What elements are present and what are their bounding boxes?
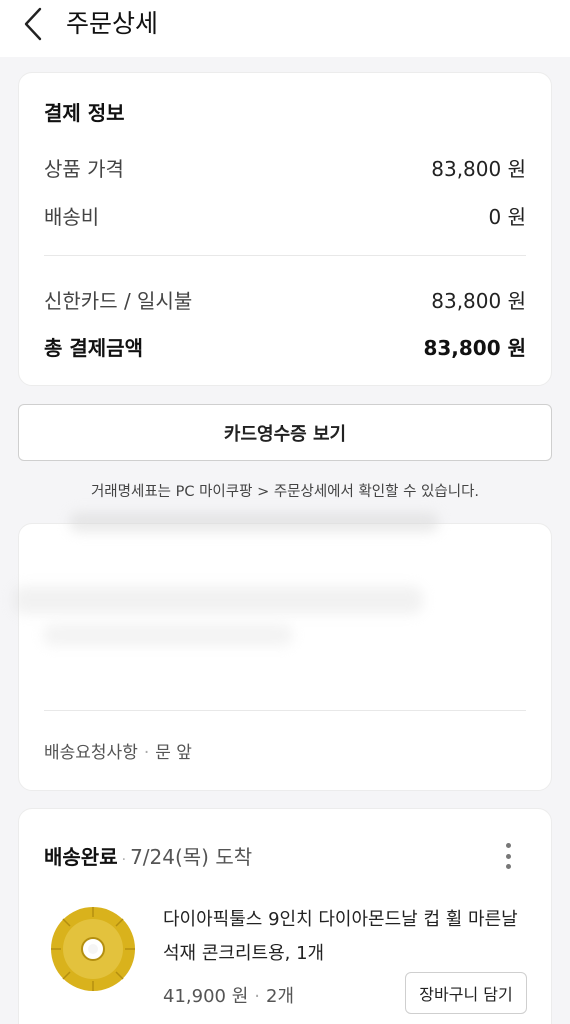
chevron-left-icon	[24, 7, 42, 41]
card-payment-label: 신한카드 / 일시불	[44, 289, 193, 313]
payment-info-title: 결제 정보	[44, 101, 125, 125]
product-name[interactable]: 다이아픽툴스 9인치 다이아몬드날 컵 휠 마른날 석재 콘크리트용, 1개	[163, 903, 533, 971]
separator-dot: ·	[121, 852, 127, 868]
delivery-status: 배송완료 · 7/24(목) 도착	[44, 841, 252, 870]
redacted-text	[69, 512, 439, 532]
total-payment-row: 총 결제금액 83,800 원	[44, 332, 526, 361]
product-quantity: 2개	[266, 986, 295, 1007]
card-receipt-button[interactable]: 카드영수증 보기	[18, 404, 552, 461]
payment-divider	[44, 255, 526, 256]
separator-dot: ·	[143, 743, 150, 763]
delivery-request: 배송요청사항 · 문 앞	[44, 738, 192, 763]
order-item-card: 배송완료 · 7/24(목) 도착 다이아픽툴스 9인치 다이아몬드날 컵 휠 마른…	[18, 808, 552, 1024]
statement-notice: 거래명세표는 PC 마이쿠팡 > 주문상세에서 확인할 수 있습니다.	[90, 484, 480, 500]
product-price: 41,900 원	[163, 986, 249, 1007]
product-price-label: 상품 가격	[44, 157, 124, 181]
total-payment-value: 83,800 원	[423, 336, 526, 360]
product-image[interactable]	[49, 905, 137, 993]
price-line: 41,900 원 · 2개	[163, 982, 294, 1008]
address-divider	[44, 710, 526, 711]
card-payment-row: 신한카드 / 일시불 83,800 원	[44, 285, 526, 314]
shipping-address-card: 배송요청사항 · 문 앞	[13, 512, 552, 791]
separator-dot: ·	[254, 986, 260, 1007]
product-price-row: 상품 가격 83,800 원	[44, 153, 526, 182]
shipping-fee-row: 배송비 0 원	[44, 201, 526, 230]
shipping-fee-label: 배송비	[44, 205, 100, 229]
back-button[interactable]	[22, 6, 54, 42]
delivery-status-label: 배송완료	[44, 845, 118, 869]
page-title: 주문상세	[66, 9, 159, 38]
total-payment-label: 총 결제금액	[44, 336, 143, 360]
app-header: 주문상세	[0, 0, 570, 57]
delivery-request-value: 문 앞	[155, 743, 192, 763]
product-price-value: 83,800 원	[431, 157, 526, 181]
delivery-request-label: 배송요청사항	[44, 743, 138, 763]
card-payment-value: 83,800 원	[431, 289, 526, 313]
add-to-cart-button[interactable]: 장바구니 담기	[405, 972, 527, 1014]
arrival-date: 7/24(목) 도착	[130, 845, 253, 869]
more-vertical-icon[interactable]	[503, 843, 513, 869]
redacted-phone	[43, 624, 293, 646]
shipping-fee-value: 0 원	[488, 205, 526, 229]
payment-info-card: 결제 정보 상품 가격 83,800 원 배송비 0 원 신한카드 / 일시불 …	[18, 72, 552, 386]
redacted-address	[13, 586, 423, 614]
